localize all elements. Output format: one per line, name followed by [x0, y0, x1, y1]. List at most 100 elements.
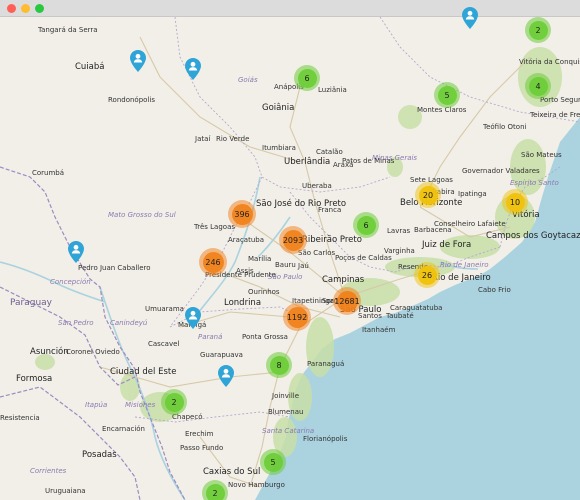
cluster-marker[interactable]: 1192	[283, 303, 311, 331]
city-label: Rondonópolis	[108, 96, 155, 104]
city-label: Formosa	[16, 374, 52, 384]
cluster-count: 1192	[286, 306, 308, 328]
city-label: Rio Verde	[216, 135, 249, 143]
location-pin[interactable]	[218, 365, 234, 387]
user-icon	[185, 307, 201, 329]
city-label: São Carlos	[298, 249, 336, 257]
user-icon	[218, 365, 234, 387]
cluster-marker[interactable]: 5	[434, 82, 460, 108]
city-label: Assis	[236, 267, 254, 275]
city-label: Ipatinga	[458, 190, 487, 198]
city-label: Passo Fundo	[180, 444, 223, 452]
maximize-window-button[interactable]	[35, 4, 44, 13]
cluster-marker[interactable]: 6	[294, 65, 320, 91]
location-pin[interactable]	[185, 58, 201, 80]
city-label: Goiânia	[262, 103, 294, 113]
user-icon	[130, 50, 146, 72]
city-label: Novo Hamburgo	[228, 481, 285, 489]
city-label: Guarapuava	[200, 351, 243, 359]
cluster-marker[interactable]: 246	[199, 248, 227, 276]
city-label: Tangará da Serra	[37, 26, 98, 34]
city-label: Três Lagoas	[193, 223, 235, 231]
location-pin[interactable]	[462, 7, 478, 29]
cluster-count: 5	[263, 452, 283, 472]
city-label: Teixeira de Freitas	[529, 111, 580, 119]
cluster-count: 246	[202, 251, 224, 273]
cluster-marker[interactable]: 4	[525, 73, 551, 99]
city-label: Taubaté	[385, 312, 414, 320]
cluster-marker[interactable]: 2	[202, 480, 228, 500]
city-label: Jaú	[297, 262, 309, 270]
user-icon	[462, 7, 478, 29]
region-label: Corrientes	[30, 467, 67, 475]
city-label: Luziânia	[318, 86, 347, 94]
city-label: Cascavel	[148, 340, 179, 348]
cluster-marker[interactable]: 26	[414, 262, 440, 288]
city-label: Coronel Oviedo	[66, 348, 120, 356]
city-label: Corumbá	[32, 169, 64, 177]
city-label: Rio de Janeiro	[432, 273, 491, 283]
cluster-marker[interactable]: 2093	[279, 226, 307, 254]
user-icon	[185, 58, 201, 80]
city-label: Catalão	[316, 148, 343, 156]
city-label: Ourinhos	[248, 288, 280, 296]
cluster-marker[interactable]: 6	[353, 212, 379, 238]
city-label: Araçatuba	[228, 236, 264, 244]
city-label: Paranaguá	[307, 360, 344, 368]
city-label: Posadas	[82, 450, 117, 460]
city-label: Itanhaém	[362, 326, 396, 334]
cluster-count: 5	[437, 85, 457, 105]
location-pin[interactable]	[185, 307, 201, 329]
region-label: Misiones	[125, 401, 156, 409]
cluster-marker[interactable]: 10	[502, 189, 528, 215]
city-label: Porto Seguro	[540, 96, 580, 104]
city-label: São Mateus	[521, 151, 562, 159]
city-label: Marília	[248, 255, 271, 263]
country-label: Paraguay	[10, 298, 53, 308]
city-label: Ribeirão Preto	[302, 235, 362, 245]
cluster-marker[interactable]: 396	[228, 200, 256, 228]
city-label: Itumbiara	[262, 144, 296, 152]
city-label: Asunción	[30, 346, 69, 357]
cluster-count: 2	[164, 392, 184, 412]
cluster-marker[interactable]: 5	[260, 449, 286, 475]
city-label: Umuarama	[145, 305, 184, 313]
minimize-window-button[interactable]	[21, 4, 30, 13]
cluster-marker[interactable]: 8	[266, 352, 292, 378]
region-label: Santa Catarina	[262, 427, 314, 435]
cluster-count: 4	[528, 76, 548, 96]
city-label: Teófilo Otoni	[482, 123, 527, 131]
city-label: Juiz de Fora	[421, 240, 471, 250]
city-label: Campinas	[322, 275, 365, 285]
close-window-button[interactable]	[7, 4, 16, 13]
city-label: Varginha	[384, 247, 415, 255]
cluster-count: 10	[505, 192, 525, 212]
cluster-marker[interactable]: 2	[161, 389, 187, 415]
region-label: Paraná	[198, 333, 222, 341]
cluster-marker[interactable]: 2	[525, 17, 551, 43]
city-label: Londrina	[224, 298, 261, 308]
city-label: Uberaba	[302, 182, 332, 190]
location-pin[interactable]	[130, 50, 146, 72]
location-pin[interactable]	[68, 241, 84, 263]
region-label: Itapúa	[85, 401, 107, 409]
cluster-count: 6	[356, 215, 376, 235]
map-canvas[interactable]: Goiás Minas Gerais Mato Grosso do Sul Es…	[0, 7, 580, 500]
region-label: Goiás	[238, 76, 258, 84]
city-label: Araxá	[333, 161, 353, 169]
city-label: Pedro Juan Caballero	[78, 264, 151, 272]
cluster-count: 26	[417, 265, 437, 285]
city-label: Cabo Frio	[478, 286, 511, 294]
cluster-count: 2	[528, 20, 548, 40]
cluster-marker[interactable]: 20	[415, 182, 441, 208]
city-label: Franca	[318, 206, 341, 214]
city-label: Encarnación	[102, 425, 145, 433]
region-label: San Pedro	[58, 319, 94, 327]
city-label: Uberlândia	[284, 157, 330, 167]
city-label: Jataí	[194, 135, 211, 143]
region-label: Canindeyú	[110, 319, 148, 327]
cluster-count: 396	[231, 203, 253, 225]
city-label: Caraguatatuba	[390, 304, 442, 312]
cluster-marker[interactable]: 12681	[333, 287, 361, 315]
city-label: Poços de Caldas	[335, 254, 392, 262]
